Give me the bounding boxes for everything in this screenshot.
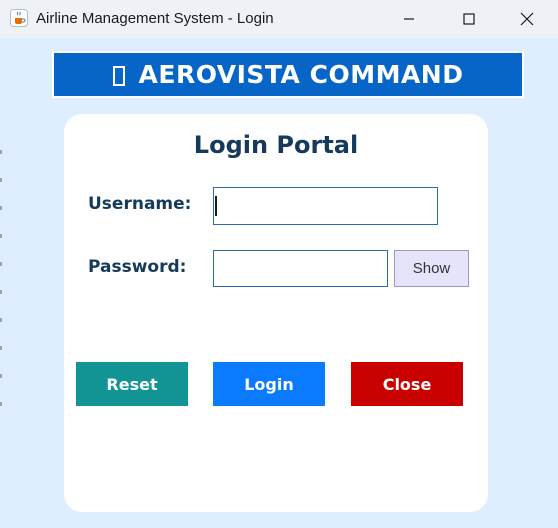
show-password-button[interactable]: Show	[394, 250, 469, 287]
title-bar[interactable]: Airline Management System - Login	[0, 0, 558, 38]
window-title: Airline Management System - Login	[36, 10, 274, 27]
maximize-button[interactable]	[446, 0, 492, 38]
minimize-button[interactable]	[386, 0, 432, 38]
minimize-icon	[404, 18, 414, 20]
window-edge-decoration	[0, 150, 2, 430]
text-caret	[215, 196, 217, 216]
close-icon	[520, 12, 534, 26]
password-label: Password:	[88, 257, 187, 277]
maximize-icon	[463, 13, 475, 25]
missing-glyph-icon	[112, 65, 125, 86]
java-cup-icon	[10, 9, 28, 27]
app-banner: AEROVISTA COMMAND	[52, 51, 524, 98]
username-label: Username:	[88, 194, 192, 214]
password-field[interactable]	[213, 250, 388, 287]
login-window: Airline Management System - Login AEROVI…	[0, 0, 558, 528]
login-card: Login Portal Username: Password: Show Re…	[64, 114, 488, 512]
username-field[interactable]	[213, 187, 438, 225]
page-title: Login Portal	[193, 131, 359, 159]
banner-title: AEROVISTA COMMAND	[138, 60, 464, 89]
close-window-button[interactable]	[504, 0, 550, 38]
close-button[interactable]: Close	[351, 362, 463, 406]
login-button[interactable]: Login	[213, 362, 325, 406]
reset-button[interactable]: Reset	[76, 362, 188, 406]
